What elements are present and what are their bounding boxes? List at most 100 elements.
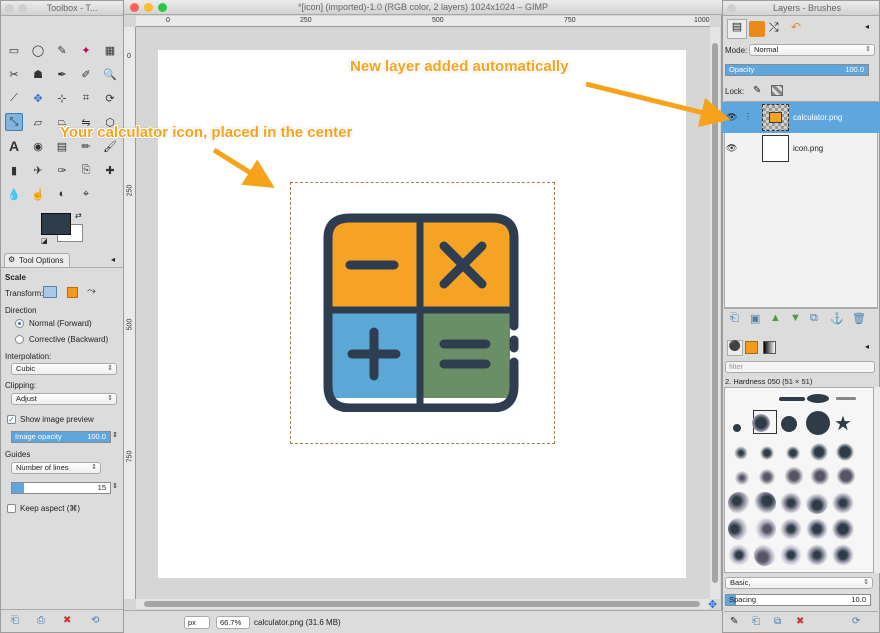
brush-swatch[interactable] [752, 414, 770, 432]
brush-swatch[interactable] [754, 492, 776, 514]
brush-swatch[interactable] [836, 397, 856, 400]
scissors-icon[interactable]: ✂ [5, 65, 23, 83]
channels-icon[interactable] [749, 21, 765, 37]
lock-pixels-icon[interactable]: ✎ [753, 85, 761, 96]
vertical-scrollbar[interactable] [710, 27, 720, 599]
rect-select-icon[interactable]: ▭ [5, 41, 23, 59]
guides-select[interactable]: Number of lines ⇕ [11, 462, 101, 474]
airbrush-icon[interactable]: ✈ [29, 161, 47, 179]
delete-options-icon[interactable]: ✖ [63, 615, 71, 626]
zoom-select[interactable]: 66.7% [216, 616, 250, 629]
transform-path-icon[interactable]: ⤳ [87, 285, 96, 298]
brush-swatch[interactable] [786, 446, 800, 460]
brush-swatch[interactable] [806, 411, 830, 435]
paths-icon[interactable]: ✒ [53, 65, 71, 83]
brush-filter-input[interactable]: filter [725, 361, 875, 373]
tab-menu-icon[interactable]: ◂ [111, 255, 115, 264]
spin-arrows-icon[interactable]: ⇕ [112, 482, 118, 490]
bucket-fill-icon[interactable]: ◉ [29, 137, 47, 155]
brush-swatch[interactable] [728, 492, 750, 514]
vertical-scroll-thumb[interactable] [712, 43, 718, 583]
restore-options-icon[interactable]: ⎙ [37, 615, 45, 626]
delete-layer-icon[interactable]: 🗑 [852, 312, 866, 325]
visibility-eye-icon[interactable]: 👁 [726, 143, 737, 154]
brush-swatch[interactable] [734, 446, 748, 460]
brush-swatch[interactable] [758, 468, 776, 486]
new-brush-icon[interactable]: ⎗ [752, 616, 760, 627]
brush-swatch[interactable] [832, 544, 854, 566]
brush-swatch[interactable] [832, 492, 854, 514]
brush-swatch[interactable] [807, 394, 829, 403]
new-group-icon[interactable]: ▣ [750, 312, 760, 325]
image-opacity-slider[interactable]: Image opacity 100.0 [11, 431, 111, 443]
duplicate-brush-icon[interactable]: ⧉ [774, 616, 781, 627]
smudge-icon[interactable]: ☝ [29, 185, 47, 203]
horizontal-ruler[interactable]: 0 250 500 750 1000 [136, 16, 710, 27]
brush-swatch[interactable] [728, 544, 750, 566]
clone-icon[interactable]: ⎘ [77, 161, 95, 179]
brush-swatch[interactable] [728, 518, 750, 540]
transform-selection-icon[interactable] [67, 287, 78, 298]
brush-swatch[interactable] [806, 518, 828, 540]
interpolation-select[interactable]: Cubic ⇕ [11, 363, 117, 375]
brush-swatch[interactable] [806, 544, 828, 566]
lock-alpha-icon[interactable] [771, 85, 783, 96]
swap-colors-icon[interactable]: ⇄ [75, 211, 82, 220]
duplicate-layer-icon[interactable]: ⧉ [810, 312, 818, 325]
ellipse-select-icon[interactable]: ◯ [29, 41, 47, 59]
edit-brush-icon[interactable]: ✎ [730, 616, 738, 627]
keep-aspect-checkbox[interactable] [7, 504, 16, 513]
unit-select[interactable]: px [184, 616, 210, 629]
brush-swatch[interactable] [780, 518, 802, 540]
measure-icon[interactable]: ⟋ [5, 89, 23, 107]
heal-icon[interactable]: ✚ [101, 161, 119, 179]
brush-preset-select[interactable]: Basic, ⇕ [725, 577, 873, 589]
tool-options-tab[interactable]: ⚙ Tool Options [4, 253, 70, 267]
layers-titlebar[interactable]: Layers - Brushes [723, 1, 879, 16]
align-icon[interactable]: ⊹ [53, 89, 71, 107]
anchor-layer-icon[interactable]: ⚓ [830, 312, 844, 325]
gradients-icon[interactable] [763, 341, 776, 354]
layer-opacity-slider[interactable]: Opacity 100.0 [725, 64, 869, 76]
tab-layers[interactable]: ▤ [727, 19, 747, 39]
undo-history-icon[interactable]: ↶ [791, 20, 801, 34]
layer-row[interactable]: 👁 ⋮ calculator.png [722, 102, 880, 133]
brush-swatch[interactable] [781, 416, 797, 432]
brush-swatch[interactable] [832, 518, 854, 540]
foreground-color-front[interactable] [41, 213, 71, 235]
brush-swatch[interactable] [806, 492, 828, 514]
patterns-icon[interactable] [745, 341, 758, 354]
paths-tab-icon[interactable]: ⤭ [769, 20, 779, 35]
crop-icon[interactable]: ⌗ [77, 89, 95, 107]
shear-icon[interactable]: ▱ [29, 113, 47, 131]
visibility-eye-icon[interactable]: 👁 [726, 112, 737, 123]
tab-brushes[interactable]: ⚫ [727, 340, 743, 356]
brush-swatch[interactable] [754, 518, 776, 540]
horizontal-scroll-thumb[interactable] [144, 601, 700, 607]
brush-swatch[interactable] [734, 470, 750, 486]
transform-layer-icon[interactable] [43, 286, 57, 298]
rotate-icon[interactable]: ⟳ [101, 89, 119, 107]
text-icon[interactable]: A [5, 137, 23, 155]
new-layer-icon[interactable]: ⎗ [730, 312, 739, 325]
save-options-icon[interactable]: ⎗ [11, 615, 19, 626]
lower-layer-icon[interactable]: ▼ [790, 312, 801, 324]
brush-swatch[interactable] [754, 544, 776, 566]
brush-swatch[interactable] [733, 424, 741, 432]
delete-brush-icon[interactable]: ✖ [796, 616, 804, 627]
spacing-slider[interactable]: Spacing 10.0 [725, 594, 871, 606]
scale-icon[interactable]: ⤡ [5, 113, 23, 131]
brush-swatch[interactable] [810, 466, 830, 486]
ink-icon[interactable]: ✑ [53, 161, 71, 179]
tab-menu-icon[interactable]: ◂ [865, 22, 869, 31]
spin-arrows-icon[interactable]: ⇕ [112, 431, 118, 439]
brush-swatch[interactable] [779, 397, 805, 401]
brush-swatch[interactable] [836, 443, 854, 461]
foreground-select-icon[interactable]: ☗ [29, 65, 47, 83]
brush-star[interactable]: ★ [834, 411, 852, 436]
direction-corrective-radio[interactable] [15, 335, 24, 344]
image-titlebar[interactable]: *[icon] (imported)-1.0 (RGB color, 2 lay… [124, 0, 722, 15]
chain-icon[interactable]: ⋮ [744, 112, 752, 121]
tab-menu-icon[interactable]: ◂ [865, 342, 869, 351]
eraser-icon[interactable]: ▮ [5, 161, 23, 179]
